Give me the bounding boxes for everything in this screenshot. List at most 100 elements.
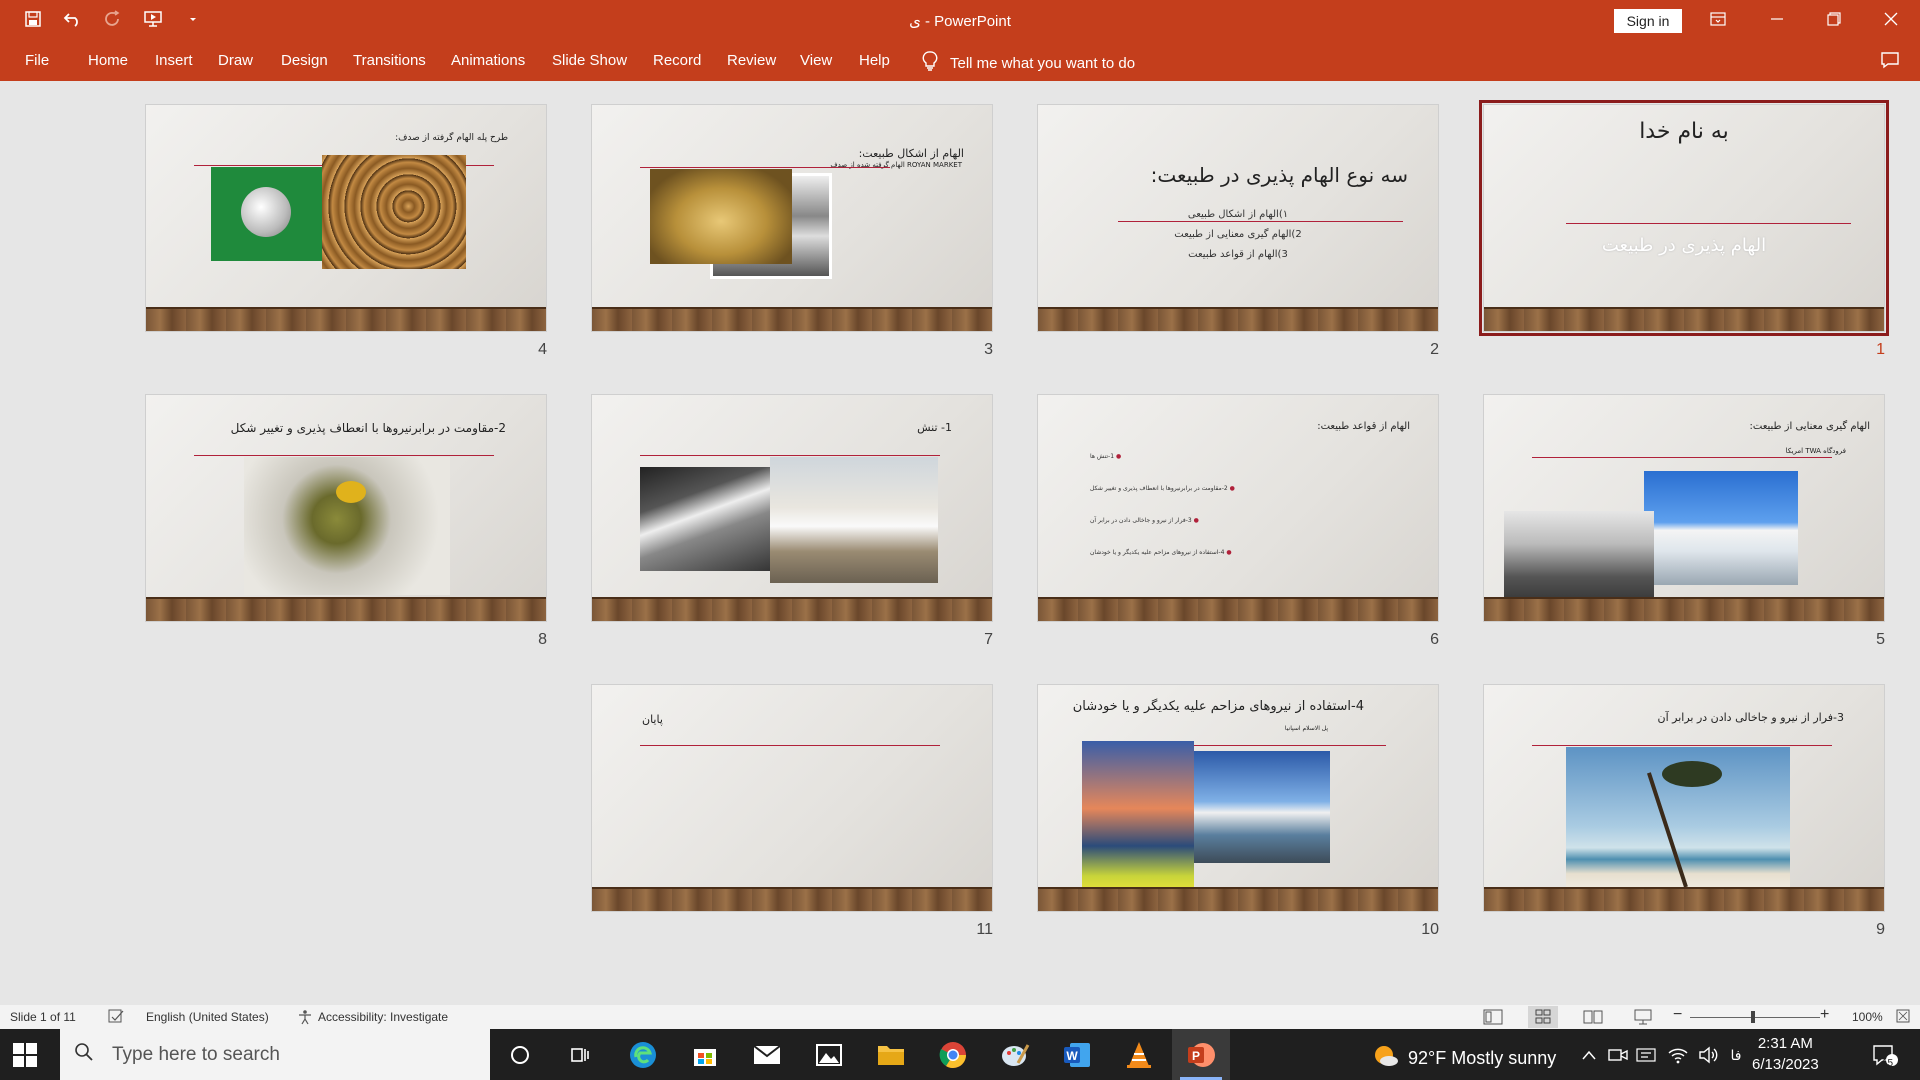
vlc-icon[interactable] (1122, 1038, 1156, 1072)
windows-start-icon[interactable] (12, 1042, 38, 1073)
tab-help[interactable]: Help (859, 52, 890, 69)
slide-title: الهام از اشکال طبیعت: (858, 147, 964, 160)
slide-number-1: 1 (1876, 341, 1885, 358)
normal-view-icon[interactable] (1483, 1009, 1503, 1025)
wood-floor (1484, 887, 1884, 911)
cortana-icon[interactable] (503, 1038, 537, 1072)
tensile-structure-bw-photo (640, 467, 774, 571)
tab-view[interactable]: View (800, 52, 832, 69)
wood-floor (146, 597, 546, 621)
weather-widget[interactable]: 92°F Mostly sunny (1372, 1043, 1556, 1074)
language-indicator[interactable]: English (United States) (146, 1010, 269, 1024)
slide-thumbnail-11[interactable]: پایان (592, 685, 992, 911)
slide-bullets: ● 1-تنش ها ● 2-مقاومت در برابرنیروها با … (1090, 441, 1235, 569)
wood-floor (592, 597, 992, 621)
tab-insert[interactable]: Insert (155, 52, 193, 69)
bridge-day-photo (1194, 751, 1330, 863)
tensile-canopy-photo (770, 457, 938, 583)
input-method-icon[interactable] (1629, 1038, 1663, 1072)
tell-me-search[interactable]: Tell me what you want to do (922, 51, 1135, 75)
slide-bullets: ۱)الهام از اشکال طبیعی 2)الهام گیری معنا… (1038, 205, 1438, 265)
slide-title: 3-فرار از نیرو و جاخالی دادن در برابر آن (1657, 711, 1845, 724)
file-explorer-icon[interactable] (874, 1038, 908, 1072)
tab-draw[interactable]: Draw (218, 52, 253, 69)
tab-record[interactable]: Record (653, 52, 701, 69)
title-bar: ی - PowerPoint Sign in (0, 0, 1920, 42)
slide-number-7: 7 (984, 631, 993, 648)
title-rule (640, 455, 940, 456)
clock-date: 6/13/2023 (1752, 1056, 1819, 1073)
zoom-out-icon[interactable]: − (1673, 1006, 1682, 1024)
slide-thumbnail-2[interactable]: سه نوع الهام پذیری در طبیعت: ۱)الهام از … (1038, 105, 1438, 331)
ribbon-tabs: File Home Insert Draw Design Transitions… (0, 42, 1920, 81)
sun-cloud-icon (1372, 1043, 1400, 1074)
tab-file[interactable]: File (25, 52, 49, 69)
slide-thumbnail-3[interactable]: الهام از اشکال طبیعت: ROYAN MARKET الهام… (592, 105, 992, 331)
chrome-icon[interactable] (936, 1038, 970, 1072)
restore-icon[interactable] (1823, 8, 1845, 30)
slide-number-4: 4 (538, 341, 547, 358)
tell-me-label: Tell me what you want to do (950, 54, 1136, 72)
twa-terminal-exterior-photo (1644, 471, 1798, 585)
tab-home[interactable]: Home (88, 52, 128, 69)
accessibility-icon (297, 1009, 313, 1028)
task-view-icon[interactable] (563, 1038, 597, 1072)
bullet: ● 4-استفاده از نیروهای مزاحم علیه یکدیگر… (1090, 549, 1232, 556)
wood-floor (592, 887, 992, 911)
system-clock[interactable]: 2:31 AM 6/13/2023 (1752, 1033, 1819, 1075)
ribbon-display-options-icon[interactable] (1707, 8, 1729, 30)
zoom-in-icon[interactable]: + (1820, 1006, 1829, 1024)
tab-slide-show[interactable]: Slide Show (552, 52, 627, 69)
slide-sorter-view-icon[interactable] (1528, 1006, 1558, 1028)
reading-view-icon[interactable] (1583, 1009, 1603, 1025)
microsoft-store-icon[interactable] (688, 1038, 722, 1072)
slide-thumbnail-9[interactable]: 3-فرار از نیرو و جاخالی دادن در برابر آن (1484, 685, 1884, 911)
tab-animations[interactable]: Animations (451, 52, 525, 69)
slide-thumbnail-5[interactable]: الهام گیری معنایی از طبیعت: فرودگاه TWA … (1484, 395, 1884, 621)
zoom-slider[interactable] (1690, 1017, 1820, 1018)
sign-in-button[interactable]: Sign in (1614, 9, 1682, 33)
fit-slide-icon[interactable] (1896, 1009, 1910, 1026)
photos-icon[interactable] (812, 1038, 846, 1072)
clock-time: 2:31 AM (1757, 1035, 1813, 1052)
slide-thumbnail-7[interactable]: 1- تنش (592, 395, 992, 621)
slide-number-9: 9 (1876, 921, 1885, 938)
comments-icon[interactable] (1880, 51, 1900, 74)
close-icon[interactable] (1880, 8, 1902, 30)
title-rule (1566, 223, 1851, 224)
svg-text:P: P (1192, 1049, 1200, 1063)
tab-design[interactable]: Design (281, 52, 328, 69)
spelling-check-icon[interactable] (108, 1008, 124, 1027)
wood-floor (592, 307, 992, 331)
taskbar-search-box[interactable]: Type here to search (60, 1029, 490, 1080)
slide-thumbnail-1[interactable]: به نام خدا الهام پذیری در طبیعت (1479, 100, 1889, 336)
paint-icon[interactable] (998, 1038, 1032, 1072)
slide-title: سه نوع الهام پذیری در طبیعت: (1150, 163, 1408, 187)
wood-floor (1038, 887, 1438, 911)
slide-number-11: 11 (976, 921, 993, 938)
keyboard-language[interactable]: فا (1719, 1038, 1753, 1072)
zoom-slider-thumb[interactable] (1751, 1011, 1755, 1023)
tab-transitions[interactable]: Transitions (353, 52, 426, 69)
tab-review[interactable]: Review (727, 52, 776, 69)
wood-floor (146, 307, 546, 331)
wood-floor (1038, 307, 1438, 331)
wood-floor (1038, 597, 1438, 621)
accessibility-status[interactable]: Accessibility: Investigate (318, 1010, 448, 1024)
wifi-icon[interactable] (1661, 1038, 1695, 1072)
slide-thumbnail-10[interactable]: 4-استفاده از نیروهای مزاحم علیه یکدیگر و… (1038, 685, 1438, 911)
title-rule (194, 455, 494, 456)
slide-thumbnail-8[interactable]: 2-مقاومت در برابرنیروها با انعطاف پذیری … (146, 395, 546, 621)
slide-show-view-icon[interactable] (1633, 1009, 1653, 1025)
slide-title: به نام خدا (1639, 119, 1729, 144)
mail-icon[interactable] (750, 1038, 784, 1072)
zoom-level[interactable]: 100% (1852, 1010, 1883, 1024)
powerpoint-icon[interactable]: P (1184, 1038, 1218, 1072)
wood-floor (1484, 307, 1884, 331)
word-icon[interactable]: W (1060, 1038, 1094, 1072)
slide-thumbnail-4[interactable]: طرح پله الهام گرفته از صدف: (146, 105, 546, 331)
slide-thumbnail-6[interactable]: الهام از قواعد طبیعت: ● 1-تنش ها ● 2-مقا… (1038, 395, 1438, 621)
edge-browser-icon[interactable] (626, 1038, 660, 1072)
minimize-icon[interactable] (1766, 8, 1788, 30)
slide-caption: فرودگاه TWA امریکا (1785, 447, 1846, 455)
